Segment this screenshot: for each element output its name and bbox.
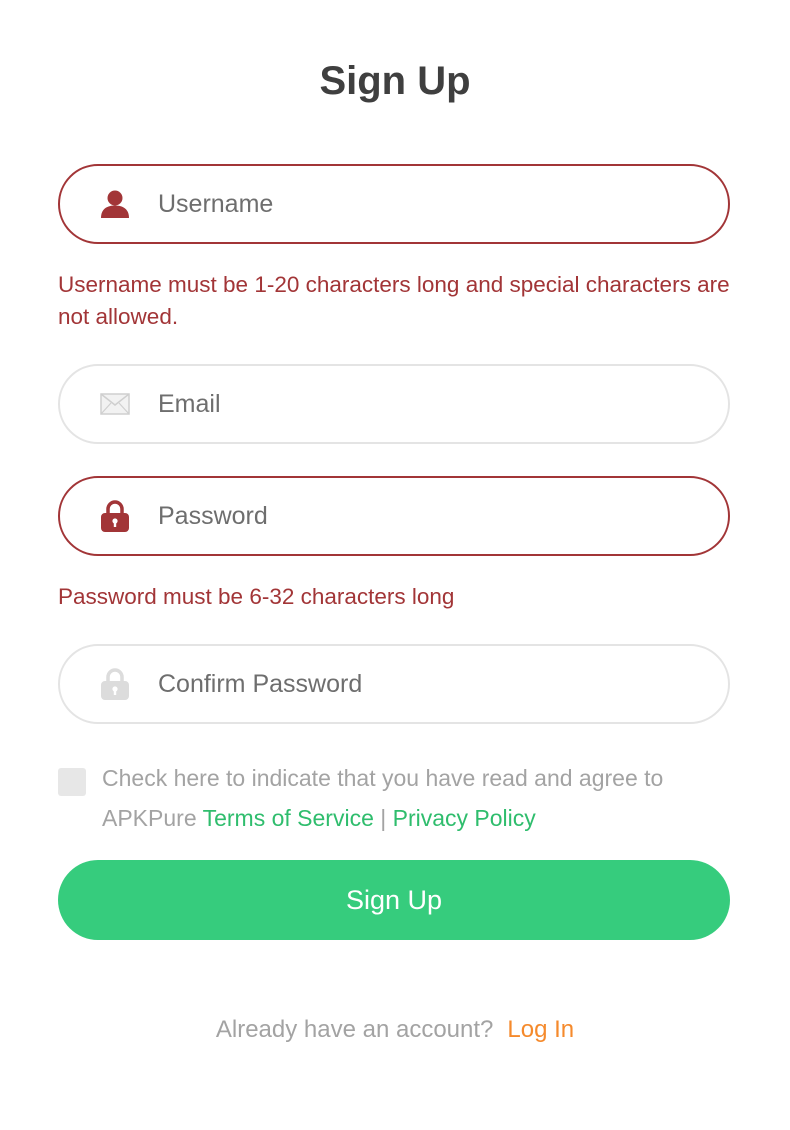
password-field[interactable] xyxy=(58,476,730,556)
email-input[interactable] xyxy=(156,388,680,420)
lock-icon xyxy=(100,500,130,532)
sign-up-button[interactable]: Sign Up xyxy=(58,860,730,940)
page-title: Sign Up xyxy=(319,59,471,103)
confirm-password-field[interactable] xyxy=(58,644,730,724)
password-error: Password must be 6-32 characters long xyxy=(58,584,455,609)
link-separator: | xyxy=(380,805,387,831)
email-field[interactable] xyxy=(58,364,730,444)
envelope-icon xyxy=(100,389,130,419)
password-input[interactable] xyxy=(156,500,680,532)
login-prompt-text: Already have an account? xyxy=(215,1016,494,1043)
username-field[interactable] xyxy=(58,164,730,244)
username-error: Username must be 1-20 characters long an… xyxy=(58,272,730,329)
user-icon xyxy=(100,189,130,219)
privacy-policy-link[interactable]: Privacy Policy xyxy=(393,805,536,831)
username-input[interactable] xyxy=(156,188,680,220)
lock-icon xyxy=(100,668,130,700)
terms-of-service-link[interactable]: Terms of Service xyxy=(203,805,374,831)
log-in-link[interactable]: Log In xyxy=(507,1016,574,1043)
agreement-text: Check here to indicate that you have rea… xyxy=(102,758,742,838)
agree-checkbox[interactable] xyxy=(58,768,86,796)
login-prompt: Already have an account? Log In xyxy=(0,1012,790,1048)
confirm-password-input[interactable] xyxy=(156,668,680,700)
signup-page: Sign Up Username must be 1-20 characters… xyxy=(0,0,790,1130)
